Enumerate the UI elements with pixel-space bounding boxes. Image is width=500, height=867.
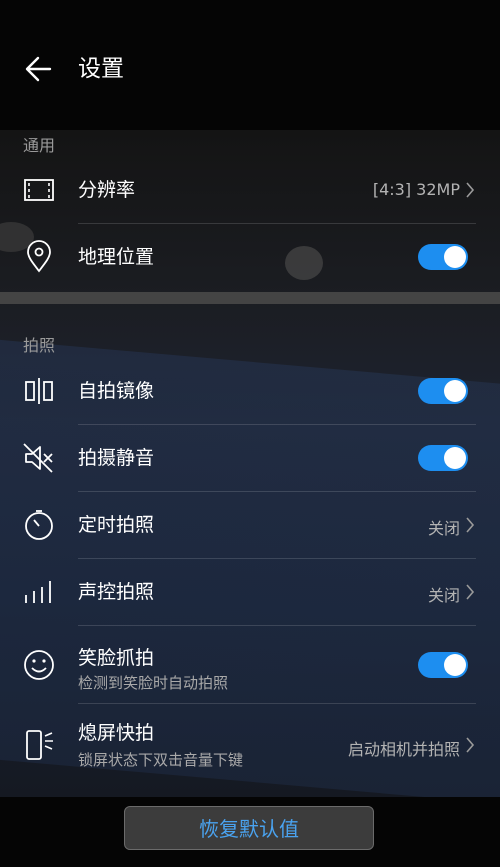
toggle-knob — [444, 246, 466, 268]
toggle-knob — [444, 447, 466, 469]
back-button[interactable] — [22, 52, 56, 86]
smile-capture-subtitle: 检测到笑脸时自动拍照 — [78, 674, 229, 692]
quick-snap-label: 熄屏快拍 — [78, 722, 155, 744]
timer-label: 定时拍照 — [78, 514, 155, 536]
phone-volume-icon — [26, 730, 53, 760]
chevron-right-icon — [466, 584, 475, 600]
quick-snap-value: 启动相机并拍照 — [347, 740, 460, 759]
quick-snap-row[interactable]: 熄屏快拍 锁屏状态下双击音量下键 启动相机并拍照 — [0, 704, 500, 782]
toggle-knob — [444, 380, 466, 402]
location-pin-icon — [27, 240, 51, 273]
section-photo-label: 拍照 — [23, 336, 56, 355]
resolution-row[interactable]: 分辨率 [4:3] 32MP — [0, 157, 500, 224]
page-title: 设置 — [78, 56, 124, 82]
timer-value: 关闭 — [427, 519, 460, 538]
chevron-right-icon — [466, 182, 475, 198]
arrow-left-icon — [25, 56, 52, 82]
chevron-right-icon — [466, 737, 475, 753]
smile-capture-toggle[interactable] — [418, 652, 468, 678]
app-header: 设置 — [0, 0, 500, 130]
selfie-mirror-row[interactable]: 自拍镜像 — [0, 358, 500, 425]
sound-level-icon — [25, 581, 51, 603]
chevron-right-icon — [466, 517, 475, 533]
location-label: 地理位置 — [78, 246, 155, 268]
timer-icon — [25, 510, 53, 540]
footer-bar: 恢复默认值 — [0, 797, 500, 867]
mute-speaker-icon — [23, 443, 53, 473]
resolution-label: 分辨率 — [78, 179, 136, 201]
voice-capture-label: 声控拍照 — [78, 581, 155, 603]
restore-defaults-button[interactable]: 恢复默认值 — [124, 806, 374, 850]
shutter-mute-label: 拍摄静音 — [78, 447, 155, 469]
selfie-mirror-toggle[interactable] — [418, 378, 468, 404]
settings-list[interactable]: 通用 分辨率 [4:3] 32MP 地理位置 拍照 自拍镜像 拍摄静音 定时拍照… — [0, 130, 500, 797]
smile-capture-label: 笑脸抓拍 — [78, 647, 155, 669]
section-divider — [0, 292, 500, 304]
timer-row[interactable]: 定时拍照 关闭 — [0, 492, 500, 559]
resolution-icon — [24, 179, 54, 201]
smile-icon — [24, 650, 54, 680]
location-toggle[interactable] — [418, 244, 468, 270]
location-row[interactable]: 地理位置 — [0, 224, 500, 291]
quick-snap-subtitle: 锁屏状态下双击音量下键 — [78, 751, 244, 769]
shutter-mute-row[interactable]: 拍摄静音 — [0, 425, 500, 492]
shutter-mute-toggle[interactable] — [418, 445, 468, 471]
voice-capture-row[interactable]: 声控拍照 关闭 — [0, 559, 500, 626]
toggle-knob — [444, 654, 466, 676]
selfie-mirror-label: 自拍镜像 — [78, 380, 155, 402]
resolution-value: [4:3] 32MP — [372, 180, 460, 199]
voice-capture-value: 关闭 — [427, 586, 460, 605]
section-general-label: 通用 — [23, 136, 56, 155]
smile-capture-row[interactable]: 笑脸抓拍 检测到笑脸时自动拍照 — [0, 626, 500, 704]
mirror-icon — [25, 378, 53, 404]
